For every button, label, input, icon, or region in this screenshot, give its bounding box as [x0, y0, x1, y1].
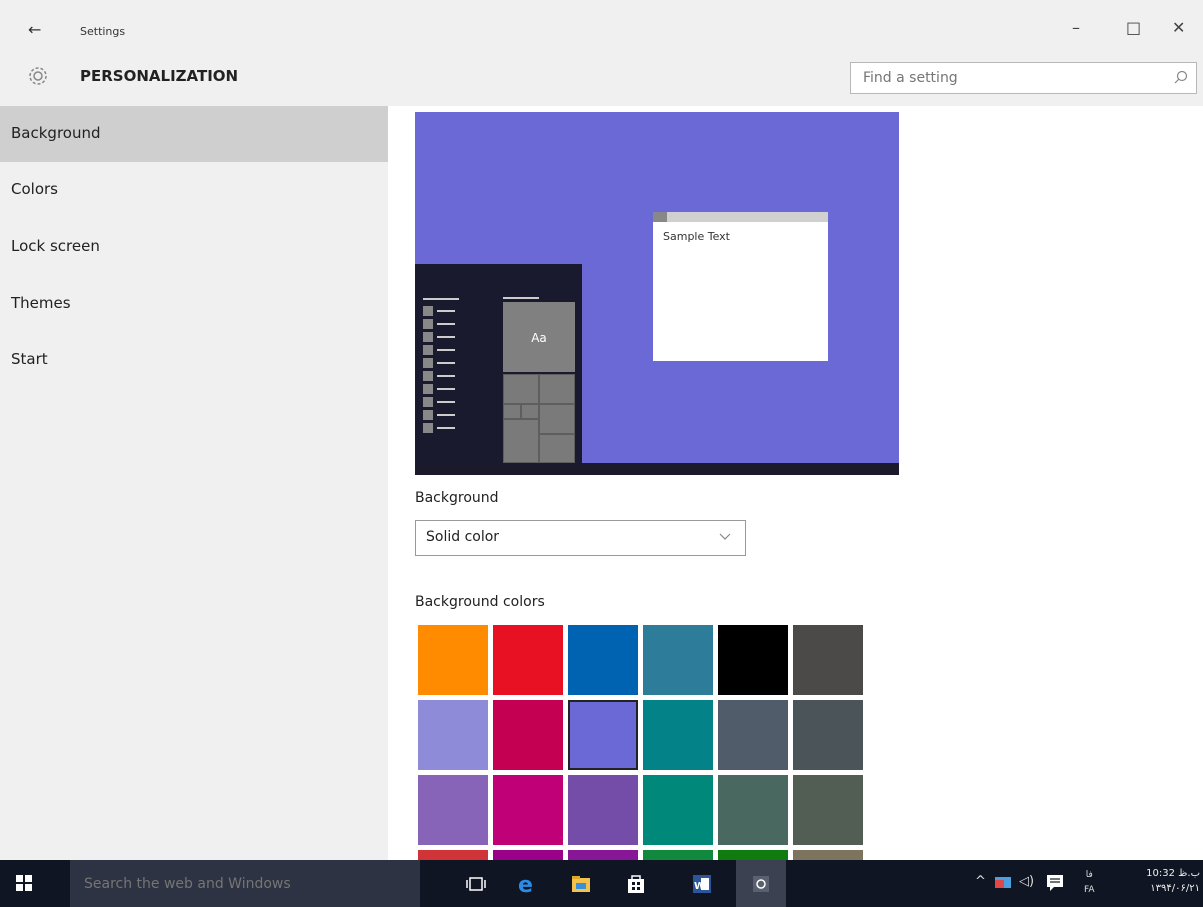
color-swatch[interactable]: [793, 625, 863, 695]
svg-text:e: e: [518, 873, 533, 898]
settings-window: ← Settings – □ ✕ PERSONALIZATION Backgro…: [0, 0, 1203, 860]
color-swatch[interactable]: [718, 850, 788, 860]
color-swatch[interactable]: [643, 625, 713, 695]
taskbar-search-box[interactable]: [70, 860, 420, 907]
color-swatch-grid: [418, 625, 865, 860]
edge-icon[interactable]: e: [512, 870, 540, 898]
color-swatch[interactable]: [718, 700, 788, 770]
back-arrow-icon[interactable]: ←: [28, 20, 41, 39]
minimize-button[interactable]: –: [1072, 18, 1080, 37]
preview-tile: [539, 404, 575, 434]
sidebar-item-themes[interactable]: Themes: [0, 276, 388, 332]
windows-start-icon[interactable]: [16, 875, 32, 891]
volume-icon[interactable]: ◁): [1019, 874, 1034, 889]
word-icon[interactable]: W: [688, 870, 716, 898]
action-center-icon[interactable]: [1044, 872, 1066, 894]
svg-text:W: W: [694, 881, 705, 892]
background-colors-label: Background colors: [415, 594, 545, 610]
clock-date: ۱۳۹۴/۰۶/۲۱: [1150, 883, 1200, 894]
settings-icon[interactable]: [747, 870, 775, 898]
sidebar-item-colors[interactable]: Colors: [0, 162, 388, 218]
title-bar: ← Settings – □ ✕: [0, 0, 1203, 62]
page-title: PERSONALIZATION: [80, 67, 239, 85]
search-icon[interactable]: [1174, 70, 1188, 84]
preview-start-menu: Aa: [415, 264, 582, 463]
page-header: PERSONALIZATION: [0, 62, 1203, 106]
preview-window: Sample Text: [653, 212, 828, 361]
color-swatch[interactable]: [493, 625, 563, 695]
sidebar-item-background[interactable]: Background: [0, 106, 388, 162]
preview-small-tiles: [503, 374, 575, 463]
color-swatch[interactable]: [418, 625, 488, 695]
color-swatch[interactable]: [418, 775, 488, 845]
chevron-up-icon[interactable]: ^: [975, 874, 986, 889]
color-swatch[interactable]: [718, 775, 788, 845]
sidebar-item-label: Start: [11, 350, 48, 368]
preview-tile: [503, 404, 521, 419]
dropdown-selected-value: Solid color: [426, 529, 500, 545]
color-swatch[interactable]: [643, 850, 713, 860]
main-content: Aa Sample Text Background Solid color Ba…: [388, 106, 1203, 860]
color-swatch[interactable]: [793, 700, 863, 770]
preview-sample-text: Sample Text: [663, 230, 730, 243]
sidebar: Background Colors Lock screen Themes Sta…: [0, 106, 388, 860]
preview-tile: [521, 404, 539, 419]
preview-tile: [539, 374, 575, 404]
preview-tile: [503, 374, 539, 404]
color-swatch[interactable]: [568, 850, 638, 860]
language-code: FA: [1084, 885, 1095, 895]
clock-time: 10:32 ب.ظ: [1146, 868, 1200, 879]
sidebar-item-label: Colors: [11, 180, 58, 198]
find-setting-search[interactable]: [850, 62, 1197, 94]
preview-tiles-header: [503, 297, 539, 299]
find-setting-input[interactable]: [851, 63, 1161, 93]
sidebar-item-lock-screen[interactable]: Lock screen: [0, 219, 388, 275]
color-swatch[interactable]: [493, 775, 563, 845]
preview-window-titlebar: [653, 212, 828, 222]
task-view-icon[interactable]: [462, 870, 490, 898]
clock[interactable]: 10:32 ب.ظ ۱۳۹۴/۰۶/۲۱: [1130, 866, 1200, 896]
color-swatch[interactable]: [493, 700, 563, 770]
windows-taskbar: e W ^ ◁) فا FA 10:32 ب.ظ ۱۳۹۴/۰۶/۲۱: [0, 860, 1203, 907]
preview-tile: [503, 419, 539, 463]
color-swatch[interactable]: [568, 625, 638, 695]
sidebar-item-start[interactable]: Start: [0, 332, 388, 388]
color-swatch[interactable]: [568, 775, 638, 845]
store-icon[interactable]: [622, 870, 650, 898]
chevron-down-icon: [719, 533, 731, 540]
file-explorer-icon[interactable]: [567, 870, 595, 898]
color-swatch[interactable]: [718, 625, 788, 695]
background-label: Background: [415, 490, 499, 506]
preview-start-list: [423, 298, 459, 433]
gear-icon: [29, 67, 47, 85]
color-swatch[interactable]: [793, 775, 863, 845]
network-icon[interactable]: [992, 872, 1014, 894]
sidebar-item-label: Lock screen: [11, 237, 100, 255]
preview-tile: [539, 434, 575, 463]
sidebar-item-label: Themes: [11, 294, 71, 312]
sidebar-item-label: Background: [11, 124, 101, 142]
app-title: Settings: [80, 25, 126, 38]
preview-big-tile: Aa: [503, 302, 575, 372]
color-swatch[interactable]: [793, 850, 863, 860]
desktop-preview: Aa Sample Text: [415, 112, 899, 475]
language-top: فا: [1085, 870, 1093, 880]
color-swatch[interactable]: [418, 850, 488, 860]
color-swatch[interactable]: [493, 850, 563, 860]
preview-taskbar: [415, 463, 899, 475]
close-button[interactable]: ✕: [1172, 18, 1185, 37]
language-indicator[interactable]: فا FA: [1084, 868, 1095, 898]
color-swatch[interactable]: [643, 775, 713, 845]
maximize-button[interactable]: □: [1126, 18, 1141, 37]
color-swatch[interactable]: [568, 700, 638, 770]
color-swatch[interactable]: [418, 700, 488, 770]
background-type-dropdown[interactable]: Solid color: [415, 520, 746, 556]
taskbar-search-input[interactable]: [70, 860, 400, 907]
color-swatch[interactable]: [643, 700, 713, 770]
